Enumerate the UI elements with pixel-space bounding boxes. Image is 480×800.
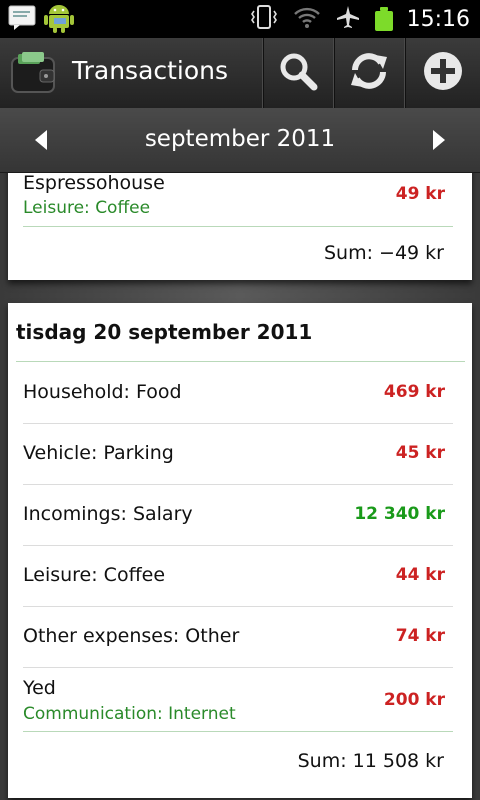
day-sum: Sum: −49 kr xyxy=(323,242,444,264)
transaction-row[interactable]: Incomings: Salary 12 340 kr xyxy=(23,485,453,546)
transaction-merchant: Espressohouse xyxy=(23,173,165,194)
transaction-category-label: Household: Food xyxy=(23,381,182,403)
transaction-amount: 200 kr xyxy=(383,690,445,710)
android-icon xyxy=(44,1,74,37)
status-bar: 15:16 xyxy=(0,0,480,38)
transaction-merchant: Yed xyxy=(23,677,56,699)
add-transaction-button[interactable] xyxy=(404,38,480,108)
transaction-amount: 469 kr xyxy=(383,382,445,402)
day-card: Espressohouse Leisure: Coffee 49 kr Sum:… xyxy=(8,173,472,280)
transaction-row[interactable]: Yed Communication: Internet 200 kr xyxy=(23,668,453,730)
transaction-row[interactable]: Espressohouse Leisure: Coffee 49 kr xyxy=(23,173,453,225)
vibrate-icon xyxy=(249,4,279,34)
transaction-row[interactable]: Other expenses: Other 74 kr xyxy=(23,607,453,668)
transaction-amount: 74 kr xyxy=(395,626,445,646)
notification-icons xyxy=(8,2,74,36)
refresh-button[interactable] xyxy=(333,38,404,108)
transaction-amount: 45 kr xyxy=(395,443,445,463)
transaction-category-label: Vehicle: Parking xyxy=(23,442,174,464)
action-bar: Transactions xyxy=(0,38,480,109)
month-label: september 2011 xyxy=(144,126,336,152)
transaction-row[interactable]: Household: Food 469 kr xyxy=(23,362,453,423)
transaction-category-label: Leisure: Coffee xyxy=(23,564,166,586)
refresh-icon xyxy=(348,51,390,95)
day-sum: Sum: 11 508 kr xyxy=(297,750,444,772)
clock: 15:16 xyxy=(406,6,470,32)
transaction-category-label: Incomings: Salary xyxy=(23,503,193,525)
transaction-amount: 12 340 kr xyxy=(354,504,445,524)
transaction-category: Communication: Internet xyxy=(23,704,236,724)
transaction-category: Leisure: Coffee xyxy=(23,198,151,218)
wifi-icon xyxy=(293,5,321,33)
message-notification-icon xyxy=(8,3,38,35)
divider xyxy=(23,226,453,227)
transaction-amount: 44 kr xyxy=(395,565,445,585)
airplane-mode-icon xyxy=(335,4,361,34)
page-title: Transactions xyxy=(72,56,229,85)
month-navigator: september 2011 xyxy=(0,108,480,173)
transaction-list[interactable]: Espressohouse Leisure: Coffee 49 kr Sum:… xyxy=(0,173,480,800)
add-icon xyxy=(422,50,464,96)
day-card: tisdag 20 september 2011 Household: Food… xyxy=(8,303,472,798)
search-button[interactable] xyxy=(262,38,333,108)
transaction-row[interactable]: Leisure: Coffee 44 kr xyxy=(23,546,453,607)
search-icon xyxy=(278,51,318,95)
wallet-icon[interactable] xyxy=(10,50,58,96)
transaction-category-label: Other expenses: Other xyxy=(23,625,240,647)
day-title: tisdag 20 september 2011 xyxy=(16,320,313,344)
next-month-button[interactable] xyxy=(418,128,458,152)
battery-icon xyxy=(374,7,393,31)
transaction-row[interactable]: Vehicle: Parking 45 kr xyxy=(23,424,453,485)
transaction-amount: 49 kr xyxy=(395,184,445,204)
divider xyxy=(23,731,453,732)
